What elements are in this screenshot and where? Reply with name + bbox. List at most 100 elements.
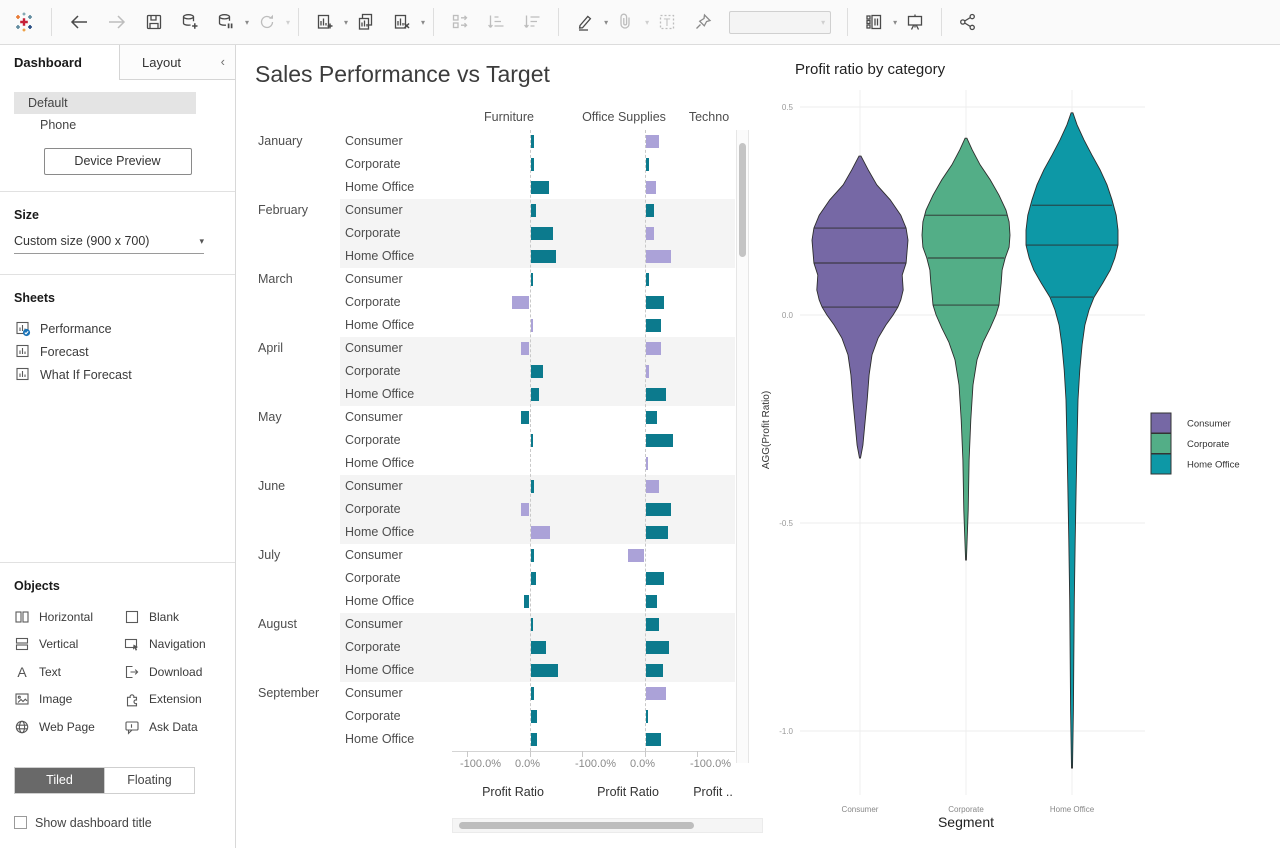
horizontal-scrollbar-thumb[interactable] — [459, 822, 694, 829]
bar-office-march-corporate[interactable] — [646, 296, 665, 309]
bar-furniture-august-corporate[interactable] — [531, 641, 547, 654]
bar-furniture-april-home-office[interactable] — [531, 388, 539, 401]
undo-button[interactable] — [65, 10, 93, 34]
bar-furniture-may-consumer[interactable] — [521, 411, 529, 424]
bar-office-april-consumer[interactable] — [646, 342, 662, 355]
bar-office-august-consumer[interactable] — [646, 618, 659, 631]
device-item-default[interactable]: Default — [14, 92, 196, 114]
bar-furniture-july-home-office[interactable] — [524, 595, 529, 608]
bar-office-february-home-office[interactable] — [646, 250, 672, 263]
sheet-item-forecast[interactable]: Forecast — [0, 340, 235, 363]
bar-office-september-consumer[interactable] — [646, 687, 667, 700]
bar-furniture-may-corporate[interactable] — [531, 434, 533, 447]
violin-home-office[interactable] — [1026, 113, 1118, 768]
add-datasource-button[interactable] — [177, 9, 203, 35]
object-extension[interactable]: Extension — [124, 686, 234, 714]
bar-office-april-corporate[interactable] — [646, 365, 649, 378]
bar-furniture-april-corporate[interactable] — [531, 365, 544, 378]
object-vertical[interactable]: Vertical — [14, 631, 124, 659]
size-selector[interactable]: Custom size (900 x 700) ▾ — [14, 234, 204, 254]
show-dashboard-title-checkbox[interactable] — [14, 816, 27, 829]
bar-office-january-consumer[interactable] — [646, 135, 659, 148]
bar-furniture-january-home-office[interactable] — [531, 181, 550, 194]
highlight-button[interactable] — [572, 9, 598, 35]
clear-sheet-button[interactable] — [389, 9, 415, 35]
bar-furniture-september-home-office[interactable] — [531, 733, 538, 746]
bar-furniture-february-home-office[interactable] — [531, 250, 556, 263]
bar-office-may-consumer[interactable] — [646, 411, 658, 424]
bar-furniture-march-consumer[interactable] — [531, 273, 533, 286]
vertical-scrollbar[interactable] — [736, 130, 749, 763]
bar-furniture-march-home-office[interactable] — [531, 319, 533, 332]
bar-office-april-home-office[interactable] — [646, 388, 666, 401]
share-button[interactable] — [955, 9, 981, 35]
bar-furniture-june-consumer[interactable] — [531, 480, 535, 493]
bar-office-january-corporate[interactable] — [646, 158, 650, 171]
bar-office-may-corporate[interactable] — [646, 434, 673, 447]
duplicate-sheet-button[interactable] — [353, 9, 379, 35]
legend-swatch-home-office[interactable] — [1151, 454, 1171, 474]
bar-furniture-july-corporate[interactable] — [531, 572, 536, 585]
show-cards-button[interactable] — [861, 9, 887, 35]
sheet-item-performance[interactable]: Performance — [0, 317, 235, 340]
collapse-pane-icon[interactable]: ‹ — [221, 54, 225, 69]
object-image[interactable]: Image — [14, 686, 124, 714]
bar-office-june-corporate[interactable] — [646, 503, 672, 516]
object-navigation[interactable]: Navigation — [124, 631, 234, 659]
bar-furniture-june-corporate[interactable] — [521, 503, 530, 516]
bar-furniture-august-home-office[interactable] — [531, 664, 559, 677]
object-text[interactable]: AText — [14, 658, 124, 686]
show-cards-caret[interactable]: ▾ — [893, 18, 897, 27]
object-blank[interactable]: Blank — [124, 603, 234, 631]
vertical-scrollbar-thumb[interactable] — [739, 143, 746, 257]
floating-button[interactable]: Floating — [104, 768, 194, 793]
legend-swatch-corporate[interactable] — [1151, 434, 1171, 454]
horizontal-scrollbar[interactable] — [452, 818, 763, 833]
bar-office-july-home-office[interactable] — [646, 595, 658, 608]
object-download[interactable]: Download — [124, 658, 234, 686]
bar-office-june-home-office[interactable] — [646, 526, 668, 539]
sheet-item-what-if-forecast[interactable]: What If Forecast — [0, 363, 235, 386]
object-horizontal[interactable]: Horizontal — [14, 603, 124, 631]
tiled-button[interactable]: Tiled — [15, 768, 104, 793]
bar-office-january-home-office[interactable] — [646, 181, 657, 194]
device-item-phone[interactable]: Phone — [14, 114, 196, 136]
bar-office-september-corporate[interactable] — [646, 710, 648, 723]
pin-button[interactable] — [690, 9, 716, 35]
object-ask-data[interactable]: Ask Data — [124, 713, 234, 741]
bar-office-may-home-office[interactable] — [646, 457, 648, 470]
bar-furniture-august-consumer[interactable] — [531, 618, 533, 631]
bar-office-february-consumer[interactable] — [646, 204, 655, 217]
bar-office-august-home-office[interactable] — [646, 664, 663, 677]
bar-office-july-consumer[interactable] — [628, 549, 644, 562]
object-web-page[interactable]: Web Page — [14, 713, 124, 741]
bar-office-august-corporate[interactable] — [646, 641, 670, 654]
new-worksheet-caret[interactable]: ▾ — [344, 18, 348, 27]
highlight-caret[interactable]: ▾ — [604, 18, 608, 27]
bar-office-february-corporate[interactable] — [646, 227, 655, 240]
save-button[interactable] — [141, 9, 167, 35]
tab-dashboard[interactable]: Dashboard — [0, 45, 120, 80]
bar-office-july-corporate[interactable] — [646, 572, 664, 585]
bar-furniture-january-consumer[interactable] — [531, 135, 534, 148]
bar-furniture-april-consumer[interactable] — [521, 342, 530, 355]
bar-furniture-february-consumer[interactable] — [531, 204, 536, 217]
bar-furniture-september-consumer[interactable] — [531, 687, 535, 700]
bar-office-march-home-office[interactable] — [646, 319, 662, 332]
pause-updates-caret[interactable]: ▾ — [245, 18, 249, 27]
legend-swatch-consumer[interactable] — [1151, 413, 1171, 433]
pause-updates-button[interactable] — [213, 9, 239, 35]
bar-furniture-june-home-office[interactable] — [531, 526, 551, 539]
bar-office-june-consumer[interactable] — [646, 480, 660, 493]
bar-furniture-july-consumer[interactable] — [531, 549, 534, 562]
bar-furniture-september-corporate[interactable] — [531, 710, 538, 723]
device-preview-button[interactable]: Device Preview — [44, 148, 192, 175]
bar-furniture-january-corporate[interactable] — [531, 158, 535, 171]
bar-furniture-march-corporate[interactable] — [512, 296, 529, 309]
presentation-mode-button[interactable] — [902, 9, 928, 35]
bar-office-september-home-office[interactable] — [646, 733, 661, 746]
bar-office-march-consumer[interactable] — [646, 273, 650, 286]
new-worksheet-button[interactable] — [312, 9, 338, 35]
clear-sheet-caret[interactable]: ▾ — [421, 18, 425, 27]
violin-corporate[interactable] — [922, 138, 1010, 560]
